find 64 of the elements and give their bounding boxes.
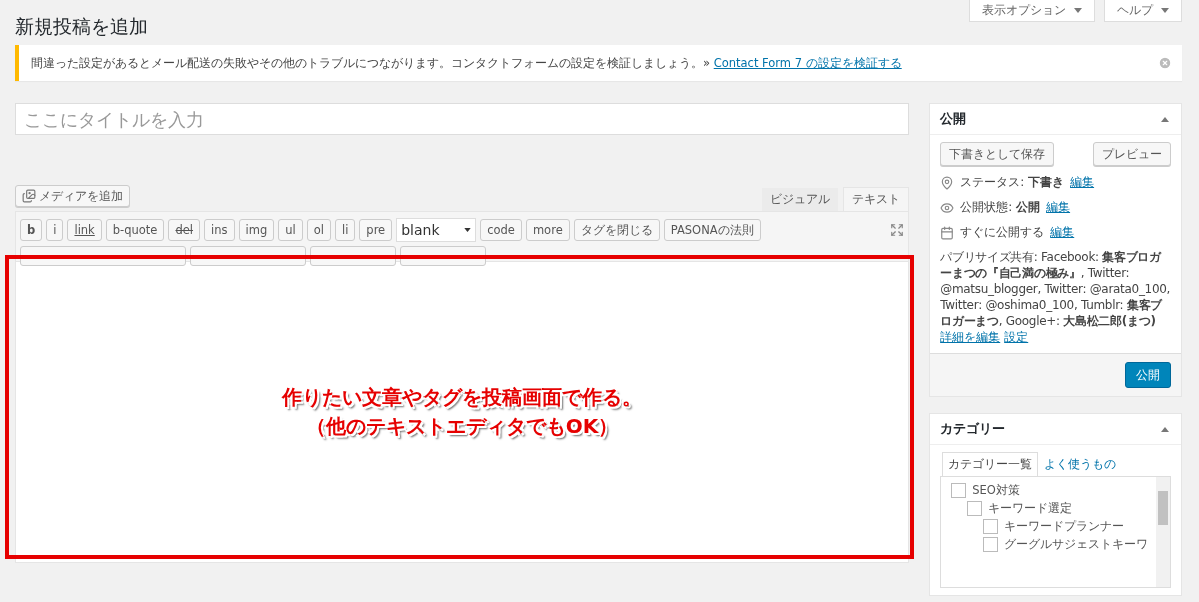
quicktag-button[interactable]: ul bbox=[278, 219, 303, 241]
title-field[interactable]: ここにタイトルを入力 bbox=[15, 103, 910, 135]
panel-title: 公開 bbox=[940, 110, 967, 128]
format-select[interactable]: blank bbox=[396, 218, 477, 242]
quicktag-button[interactable]: ol bbox=[306, 219, 331, 241]
screen-menu-button[interactable]: ヘルプ bbox=[1104, 0, 1182, 22]
notice-text: 間違った設定があるとメール配送の失敗やその他のトラブルにつながります。コンタクトフォームの設定を検証しましょう。» Contact Form 7 の設定を検証する bbox=[31, 55, 903, 71]
text-editor[interactable]: 作りたい文章やタグを投稿画面で作る。 （他のテキストエディタでもOK） bbox=[15, 262, 910, 563]
eye-icon bbox=[940, 200, 955, 215]
publish-setting: すぐに公開する bbox=[960, 224, 1045, 241]
checkbox[interactable] bbox=[983, 519, 999, 534]
edit-link[interactable]: 編集 bbox=[1070, 174, 1095, 191]
collapse-icon[interactable] bbox=[1161, 116, 1169, 122]
annotation-text: 作りたい文章やタグを投稿画面で作る。 bbox=[282, 384, 643, 411]
category-tab[interactable]: よく使うもの bbox=[1038, 452, 1123, 476]
quicktag-button[interactable]: code bbox=[480, 219, 522, 241]
close-icon[interactable] bbox=[1158, 56, 1172, 70]
editor-tab[interactable]: ビジュアル bbox=[761, 187, 840, 211]
category-item[interactable]: キーワード選定 bbox=[951, 501, 1156, 516]
quicktag-button[interactable]: link bbox=[67, 219, 102, 241]
category-item[interactable]: SEO対策 bbox=[951, 483, 1156, 498]
category-item[interactable]: キーワードプランナー bbox=[951, 519, 1156, 534]
media-icon bbox=[22, 189, 36, 203]
quicktag-button[interactable]: more bbox=[525, 219, 570, 241]
publish-setting: 公開状態: 公開 bbox=[960, 199, 1041, 216]
quicktag-button[interactable]: b bbox=[20, 219, 43, 241]
pin-icon bbox=[940, 175, 955, 190]
scrollbar[interactable] bbox=[1156, 477, 1170, 587]
edit-link[interactable]: 編集 bbox=[1050, 224, 1075, 241]
publish-button[interactable]: 公開 bbox=[1125, 362, 1171, 388]
edit-link[interactable]: 編集 bbox=[1046, 199, 1071, 216]
category-item[interactable]: グーグルサジェストキーワ bbox=[951, 537, 1156, 552]
checkbox[interactable] bbox=[951, 483, 967, 498]
caret-icon bbox=[464, 228, 472, 232]
quicktag-button[interactable]: タグを閉じる bbox=[573, 219, 660, 241]
save-draft-button[interactable]: 下書きとして保存 bbox=[940, 142, 1055, 166]
settings-link[interactable]: 詳細を編集 bbox=[940, 329, 1001, 346]
editor-tab[interactable]: テキスト bbox=[843, 187, 910, 211]
checkbox[interactable] bbox=[983, 537, 999, 552]
quicktag-button[interactable]: li bbox=[334, 219, 356, 241]
collapse-icon[interactable] bbox=[1161, 426, 1169, 432]
screen-menu-button[interactable]: 表示オプション bbox=[969, 0, 1095, 22]
annotation-text: （他のテキストエディタでもOK） bbox=[305, 413, 619, 440]
checkbox[interactable] bbox=[967, 501, 983, 516]
category-tab[interactable]: カテゴリー一覧 bbox=[942, 452, 1039, 476]
notice-link[interactable]: Contact Form 7 の設定を検証する bbox=[713, 55, 902, 70]
quicktag-button[interactable]: img bbox=[238, 219, 275, 241]
settings-link[interactable]: 設定 bbox=[1004, 329, 1029, 346]
quicktag-button[interactable]: pre bbox=[359, 219, 393, 241]
caret-icon bbox=[1074, 8, 1082, 13]
quicktag-button[interactable]: ins bbox=[204, 219, 235, 241]
quicktag-button[interactable]: del bbox=[168, 219, 201, 241]
quicktag-button[interactable]: PASONAの法則 bbox=[663, 219, 761, 241]
caret-icon bbox=[1161, 8, 1169, 13]
fullscreen-icon[interactable] bbox=[890, 223, 905, 237]
quicktag-button[interactable]: b-quote bbox=[105, 219, 165, 241]
panel-title: カテゴリー bbox=[940, 420, 1006, 438]
page-title: 新規投稿を追加 bbox=[15, 14, 148, 39]
add-media-button[interactable]: メディアを追加 bbox=[15, 185, 130, 207]
publicize-text: パブリサイズ共有: Facebook: 集客ブロガーまつの『自己満の極み』, Twitter: @matsu_blogger, Twitter: @arata0_100, Twitter: @oshima0_100, Tumblr: 集客ブロガーまつ, Google+: 大島松二郎(まつ) bbox=[940, 249, 1171, 329]
quicktag-button[interactable]: i bbox=[46, 219, 64, 241]
preview-button[interactable]: プレビュー bbox=[1093, 142, 1171, 166]
publish-setting: ステータス: 下書き bbox=[960, 174, 1065, 191]
calendar-icon bbox=[940, 225, 955, 240]
